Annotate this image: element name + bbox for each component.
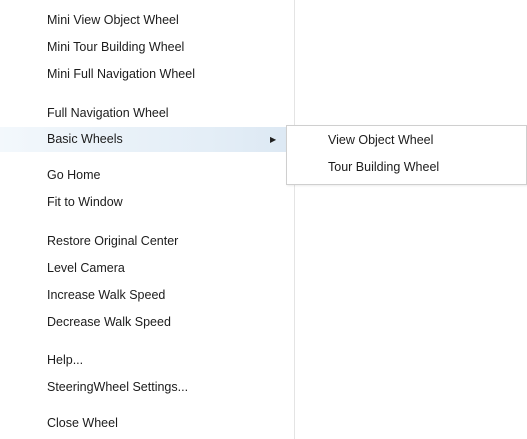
menu-item-label: Level Camera xyxy=(47,261,125,275)
menu-item-label: Close Wheel xyxy=(47,416,118,430)
menu-item-label: Help... xyxy=(47,353,84,367)
basic-wheels-submenu: View Object Wheel Tour Building Wheel xyxy=(286,125,527,185)
submenu-item-view-object-wheel[interactable]: View Object Wheel xyxy=(287,128,526,153)
menu-item-close-wheel[interactable]: Close Wheel xyxy=(0,411,294,436)
submenu-arrow-icon: ▶ xyxy=(270,135,277,144)
submenu-item-label: View Object Wheel xyxy=(328,133,434,147)
menu-item-steeringwheel-settings[interactable]: SteeringWheel Settings... xyxy=(0,375,294,400)
menu-item-mini-tour-building-wheel[interactable]: Mini Tour Building Wheel xyxy=(0,35,294,60)
menu-item-label: Mini View Object Wheel xyxy=(47,13,179,27)
menu-item-help[interactable]: Help... xyxy=(0,348,294,373)
menu-item-increase-walk-speed[interactable]: Increase Walk Speed xyxy=(0,283,294,308)
submenu-item-label: Tour Building Wheel xyxy=(328,160,440,174)
menu-item-go-home[interactable]: Go Home xyxy=(0,163,294,188)
menu-item-level-camera[interactable]: Level Camera xyxy=(0,256,294,281)
context-menu: Mini View Object Wheel Mini Tour Buildin… xyxy=(0,0,295,439)
menu-item-label: Increase Walk Speed xyxy=(47,288,166,302)
menu-item-mini-full-navigation-wheel[interactable]: Mini Full Navigation Wheel xyxy=(0,62,294,87)
menu-item-label: Mini Tour Building Wheel xyxy=(47,40,185,54)
menu-item-label: Basic Wheels xyxy=(47,132,123,146)
menu-item-restore-original-center[interactable]: Restore Original Center xyxy=(0,229,294,254)
menu-item-mini-view-object-wheel[interactable]: Mini View Object Wheel xyxy=(0,8,294,33)
menu-item-label: Fit to Window xyxy=(47,195,123,209)
submenu-item-tour-building-wheel[interactable]: Tour Building Wheel xyxy=(287,155,526,180)
menu-item-label: Full Navigation Wheel xyxy=(47,106,169,120)
menu-item-label: Decrease Walk Speed xyxy=(47,315,171,329)
menu-item-label: Mini Full Navigation Wheel xyxy=(47,67,195,81)
menu-item-label: SteeringWheel Settings... xyxy=(47,380,189,394)
menu-item-full-navigation-wheel[interactable]: Full Navigation Wheel xyxy=(0,101,294,126)
menu-item-label: Go Home xyxy=(47,168,101,182)
menu-item-basic-wheels[interactable]: Basic Wheels ▶ xyxy=(0,127,294,152)
menu-item-decrease-walk-speed[interactable]: Decrease Walk Speed xyxy=(0,310,294,335)
menu-item-fit-to-window[interactable]: Fit to Window xyxy=(0,190,294,215)
menu-item-label: Restore Original Center xyxy=(47,234,179,248)
